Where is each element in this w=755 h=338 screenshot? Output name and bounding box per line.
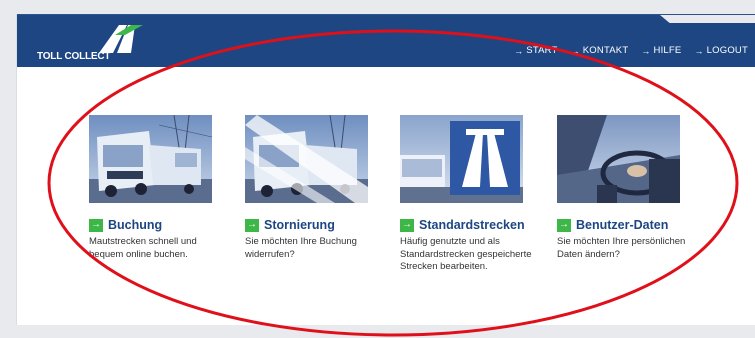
- nav-label: HILFE: [653, 45, 682, 56]
- truck-photo[interactable]: [89, 115, 212, 203]
- logo[interactable]: TOLL COLLECT: [37, 23, 147, 63]
- arrow-right-icon: →: [245, 218, 259, 232]
- tile-description: Sie möchten Ihre persönlichen Daten ände…: [557, 236, 686, 260]
- nav-hilfe[interactable]: → HILFE: [641, 45, 681, 56]
- road-logo-icon: [99, 25, 143, 53]
- nav-logout[interactable]: → LOGOUT: [694, 45, 748, 56]
- tile-title: Standardstrecken: [419, 218, 525, 232]
- tile-buchung[interactable]: → Buchung Mautstrecken schnell und beque…: [89, 115, 229, 261]
- brand-name: TOLL COLLECT: [37, 51, 111, 62]
- tile-standardstrecken[interactable]: → Standardstrecken Häufig genutzte und a…: [400, 115, 540, 274]
- header-bar: TOLL COLLECT → START → KONTAKT → HILFE →…: [17, 14, 755, 67]
- top-nav: → START → KONTAKT → HILFE → LOGOUT: [514, 45, 748, 56]
- nav-kontakt[interactable]: → KONTAKT: [571, 45, 629, 56]
- arrow-right-icon: →: [514, 45, 524, 56]
- tile-title: Benutzer-Daten: [576, 218, 669, 232]
- arrow-right-icon: →: [641, 45, 651, 56]
- driver-photo[interactable]: [557, 115, 680, 203]
- tile-title: Buchung: [108, 218, 163, 232]
- truck-photo-crossed[interactable]: [245, 115, 368, 203]
- tile-title-link[interactable]: → Buchung: [89, 218, 229, 232]
- tile-title: Stornierung: [264, 218, 335, 232]
- tile-description: Sie möchten Ihre Buchung widerrufen?: [245, 236, 357, 260]
- arrow-right-icon: →: [400, 218, 414, 232]
- tile-benutzer-daten[interactable]: → Benutzer-Daten Sie möchten Ihre persön…: [557, 115, 697, 261]
- nav-start[interactable]: → START: [514, 45, 557, 56]
- tile-title-link[interactable]: → Standardstrecken: [400, 218, 540, 232]
- highway-sign-photo[interactable]: [400, 115, 523, 203]
- arrow-right-icon: →: [89, 218, 103, 232]
- tile-description: Mautstrecken schnell und bequem online b…: [89, 236, 197, 260]
- tile-title-link[interactable]: → Benutzer-Daten: [557, 218, 697, 232]
- arrow-right-icon: →: [557, 218, 571, 232]
- page-content: TOLL COLLECT → START → KONTAKT → HILFE →…: [16, 14, 755, 325]
- tile-description: Häufig genutzte und als Standardstrecken…: [400, 236, 532, 272]
- arrow-right-icon: →: [570, 45, 580, 56]
- nav-label: LOGOUT: [706, 45, 748, 56]
- tile-title-link[interactable]: → Stornierung: [245, 218, 385, 232]
- header-tab-notch: [660, 15, 755, 23]
- nav-label: KONTAKT: [582, 45, 629, 56]
- arrow-right-icon: →: [694, 45, 704, 56]
- nav-label: START: [526, 45, 558, 56]
- tile-stornierung[interactable]: → Stornierung Sie möchten Ihre Buchung w…: [245, 115, 385, 261]
